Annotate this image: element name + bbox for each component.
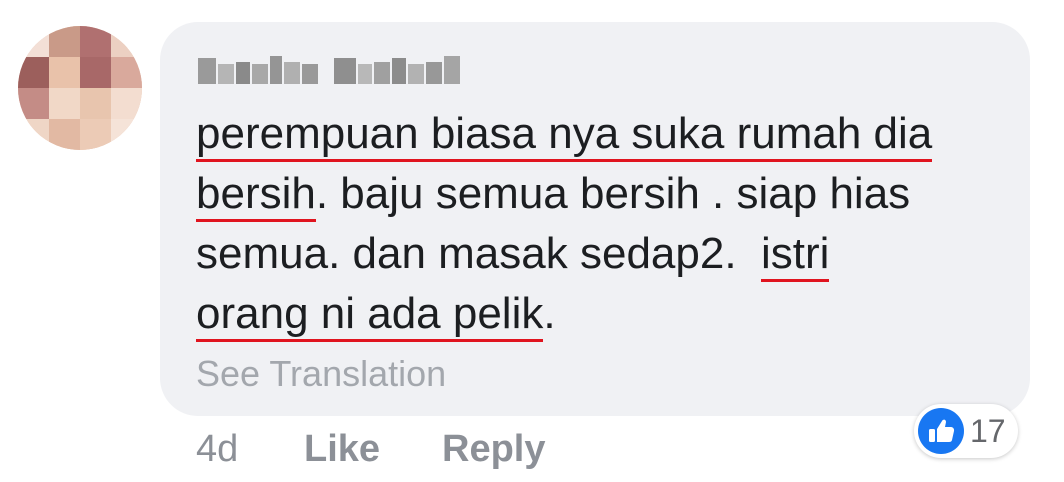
like-button[interactable]: Like xyxy=(304,424,380,474)
comment-line-3: semua. dan masak sedap2. istri xyxy=(196,224,1006,284)
reactions-badge[interactable]: 17 xyxy=(914,404,1018,458)
highlighted-phrase: perempuan biasa nya suka rumah dia xyxy=(196,109,933,162)
avatar-pixelated-image xyxy=(18,26,142,150)
author-name[interactable] xyxy=(196,50,492,92)
highlighted-word: istri xyxy=(761,229,830,282)
comment-line-1: perempuan biasa nya suka rumah dia xyxy=(196,104,1006,164)
comment-text-span: . baju semua bersih . siap hias xyxy=(315,169,911,218)
comment-text-span: semua. dan masak sedap2. xyxy=(196,229,761,278)
comment-line-2: bersih. baju semua bersih . siap hias xyxy=(196,164,1006,224)
highlighted-phrase: orang ni ada pelik xyxy=(196,289,544,342)
timestamp[interactable]: 4d xyxy=(196,424,238,474)
comment-text: perempuan biasa nya suka rumah dia bersi… xyxy=(196,104,1006,344)
reaction-count: 17 xyxy=(970,413,1006,449)
comment-line-4: orang ni ada pelik. xyxy=(196,284,1006,344)
reply-button[interactable]: Reply xyxy=(442,424,545,474)
highlighted-word: bersih xyxy=(196,169,316,222)
avatar[interactable] xyxy=(18,26,142,150)
thumbs-up-glyph xyxy=(929,419,955,442)
blurred-author-name xyxy=(198,56,460,84)
comment: perempuan biasa nya suka rumah dia bersi… xyxy=(0,0,1064,482)
see-translation-link[interactable]: See Translation xyxy=(196,352,446,396)
comment-text-span: . xyxy=(543,289,556,338)
thumbs-up-icon xyxy=(918,408,964,454)
